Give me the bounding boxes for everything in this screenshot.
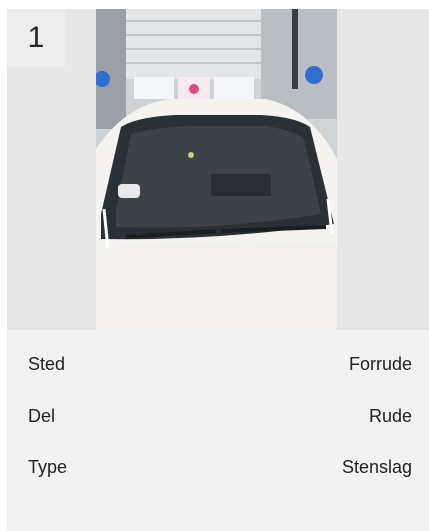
damage-number: 1: [27, 21, 45, 54]
detail-row-type: Type Stenslag: [28, 455, 412, 479]
detail-row-location: Sted Forrude: [28, 352, 412, 376]
detail-value: Forrude: [348, 353, 412, 374]
detail-value: Rude: [368, 405, 412, 426]
damage-details: Sted Forrude Del Rude Type Stenslag: [7, 330, 429, 531]
detail-value: Stenslag: [341, 456, 412, 477]
car-windshield-photo[interactable]: [96, 9, 337, 330]
photo-illustration: [96, 9, 337, 330]
photo-area: 1: [7, 9, 429, 330]
detail-label: Sted: [28, 353, 66, 374]
detail-label: Del: [28, 405, 56, 426]
detail-label: Type: [28, 456, 68, 477]
damage-card[interactable]: 1 Sted Forrude Del Rude Type Stenslag: [7, 9, 429, 531]
detail-row-part: Del Rude: [28, 404, 412, 428]
damage-number-badge: 1: [7, 9, 65, 67]
